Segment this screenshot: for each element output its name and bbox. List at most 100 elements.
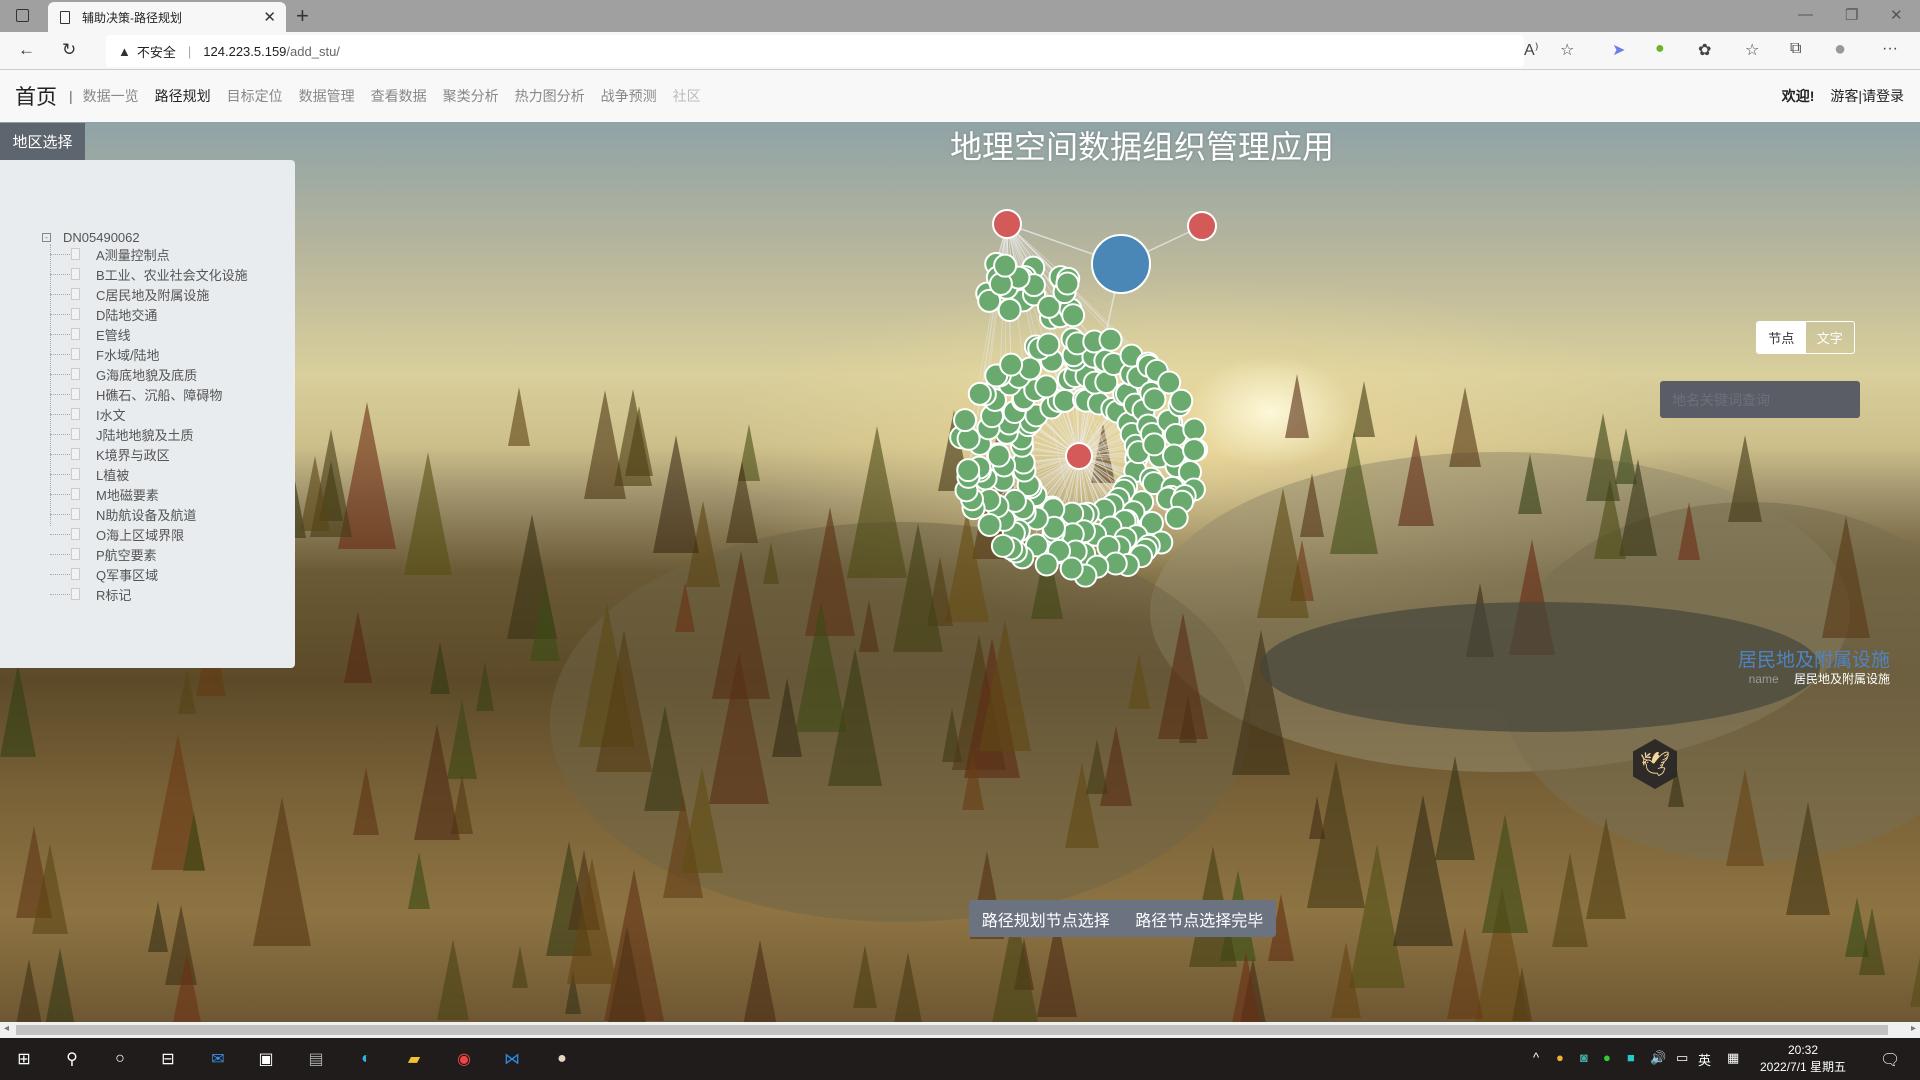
collections-icon[interactable]: ⧉ (1790, 40, 1801, 58)
leaf-node[interactable] (1164, 505, 1189, 530)
mail-icon[interactable]: ✉ (206, 1047, 230, 1071)
nav-item-heatmap-analysis[interactable]: 热力图分析 (515, 86, 585, 106)
route-button-bar: 路径规划节点选择 路径节点选择完毕 (969, 900, 1276, 937)
more-icon[interactable]: ··· (1882, 40, 1898, 58)
restore-icon[interactable]: ❐ (1845, 6, 1858, 24)
tray-expand-icon[interactable]: ^ (1533, 1050, 1539, 1065)
ime-indicator[interactable]: 英 (1698, 1050, 1711, 1069)
cortana-icon[interactable]: ○ (108, 1047, 132, 1071)
leaf-node[interactable] (1161, 443, 1186, 468)
leaf-node[interactable] (1061, 303, 1086, 328)
leaf-node[interactable] (1182, 438, 1207, 463)
route-node-select-button[interactable]: 路径规划节点选择 (982, 907, 1110, 931)
scrollbar-thumb[interactable] (16, 1025, 1888, 1035)
leaf-node[interactable] (1055, 271, 1080, 296)
leaf-node[interactable] (999, 352, 1024, 377)
new-tab-icon[interactable]: + (296, 3, 309, 29)
property-value: 居民地及附属设施 (1793, 672, 1890, 686)
search-icon[interactable]: ⚲ (60, 1047, 84, 1071)
nav-item-cluster-analysis[interactable]: 聚类分析 (443, 86, 499, 106)
close-window-icon[interactable]: ✕ (1890, 6, 1903, 24)
nav-item-overview[interactable]: 数据一览 (83, 86, 139, 106)
task-view-icon[interactable]: ⊟ (156, 1047, 180, 1071)
tab-title: 辅助决策-路径规划 (82, 10, 182, 25)
leaf-node[interactable] (1142, 432, 1167, 457)
leaf-node[interactable] (1036, 332, 1061, 357)
tray-wechat-icon[interactable]: ● (1603, 1050, 1611, 1065)
leaf-node[interactable] (1034, 374, 1059, 399)
file-explorer-icon[interactable]: ▰ (402, 1047, 426, 1071)
nav-item-target-location[interactable]: 目标定位 (227, 86, 283, 106)
clock[interactable]: 20:32 2022/7/1 星期五 (1760, 1042, 1846, 1076)
vscode-icon[interactable]: ⋈ (500, 1047, 524, 1071)
chrome-icon[interactable]: ◉ (452, 1047, 476, 1071)
force-graph[interactable] (0, 122, 1920, 1022)
extension-bird-icon[interactable]: ➤ (1612, 40, 1625, 60)
root-node[interactable] (1091, 234, 1151, 294)
leaf-node[interactable] (1034, 552, 1059, 577)
toggle-text[interactable]: 文字 (1806, 322, 1855, 353)
tray-qq-icon[interactable]: ● (1556, 1050, 1564, 1065)
route-node-done-button[interactable]: 路径节点选择完毕 (1135, 907, 1263, 931)
place-search-input[interactable] (1660, 381, 1860, 418)
scroll-left-icon[interactable]: ◂ (4, 1023, 9, 1034)
warning-icon: ▲ (118, 43, 131, 59)
leaf-node[interactable] (953, 408, 978, 433)
terminal-icon[interactable]: ▣ (254, 1047, 278, 1071)
nav-separator: | (69, 88, 73, 104)
leaf-node[interactable] (1169, 388, 1194, 413)
nav-item-community[interactable]: 社区 (673, 86, 701, 106)
horizontal-scrollbar[interactable]: ◂ ▸ (0, 1022, 1920, 1038)
app-avatar-icon[interactable]: ● (550, 1047, 574, 1071)
browser-tab[interactable]: 辅助决策-路径规划 ✕ (48, 2, 286, 32)
nav-item-data-management[interactable]: 数据管理 (299, 86, 355, 106)
scroll-right-icon[interactable]: ▸ (1911, 1023, 1916, 1034)
leaf-node[interactable] (1059, 556, 1084, 581)
leaf-node[interactable] (956, 458, 981, 483)
clock-time: 20:32 (1788, 1043, 1819, 1057)
leaf-node[interactable] (1098, 327, 1123, 352)
toggle-node[interactable]: 节点 (1757, 322, 1806, 353)
tray-app2-icon[interactable]: ■ (1627, 1050, 1635, 1065)
main-scene: 地理空间数据组织管理应用 地区选择 - DN05490062 A测量控制点 B工业… (0, 122, 1920, 1022)
browser-tab-bar: 辅助决策-路径规划 ✕ + — ❐ ✕ (0, 0, 1920, 32)
notification-icon[interactable]: 🗨 (1880, 1050, 1900, 1070)
url-separator: | (187, 43, 192, 59)
refresh-icon[interactable]: ↻ (62, 40, 76, 60)
hub-node[interactable] (992, 209, 1022, 239)
profile-avatar[interactable]: ● (1834, 38, 1846, 61)
hub-node[interactable] (1187, 211, 1217, 241)
leaf-node[interactable] (997, 298, 1022, 323)
nav-home[interactable]: 首页 (15, 81, 57, 111)
taskbar: ⊞ ⚲ ○ ⊟ ✉ ▣ ▤ ◐ ▰ ◉ ⋈ ● ^ ● ◙ ● ■ 🔊 ▭ 英 … (0, 1038, 1920, 1080)
close-tab-icon[interactable]: ✕ (263, 8, 276, 26)
favorites-icon[interactable]: ☆ (1745, 40, 1759, 60)
tray-app-icon[interactable]: ◙ (1580, 1050, 1588, 1065)
app-window-icon[interactable]: ▤ (304, 1047, 328, 1071)
login-link[interactable]: 游客|请登录 (1830, 88, 1904, 104)
volume-icon[interactable]: 🔊 (1650, 1050, 1666, 1066)
leaf-node[interactable] (977, 512, 1002, 537)
extension-green-icon[interactable]: ● (1655, 40, 1665, 58)
minimize-icon[interactable]: — (1798, 6, 1813, 23)
read-aloud-icon[interactable]: A⁾ (1524, 40, 1539, 60)
extensions-icon[interactable]: ✿ (1698, 40, 1711, 60)
selected-node-title: 居民地及附属设施 (1737, 650, 1890, 671)
back-icon[interactable]: ← (18, 40, 35, 60)
sidebar-toggle-icon[interactable] (16, 9, 29, 22)
nav-item-route-planning[interactable]: 路径规划 (155, 86, 211, 106)
url-field[interactable]: ▲ 不安全 | 124.223.5.159 /add_stu/ (106, 35, 1524, 67)
start-icon[interactable]: ⊞ (12, 1047, 36, 1071)
leaf-node[interactable] (967, 381, 992, 406)
leaf-node[interactable] (1182, 417, 1207, 442)
network-icon[interactable]: ▭ (1676, 1050, 1688, 1066)
nav-item-view-data[interactable]: 查看数据 (371, 86, 427, 106)
nav-item-war-prediction[interactable]: 战争预测 (601, 86, 657, 106)
ime-mode-icon[interactable]: ▦ (1727, 1050, 1739, 1066)
leaf-node[interactable] (993, 253, 1018, 278)
edge-icon[interactable]: ◐ (354, 1047, 378, 1071)
hub-node[interactable] (1065, 442, 1093, 470)
add-favorite-icon[interactable]: ☆ (1560, 40, 1574, 60)
clock-date: 2022/7/1 星期五 (1760, 1060, 1847, 1074)
leaf-node[interactable] (990, 533, 1015, 558)
